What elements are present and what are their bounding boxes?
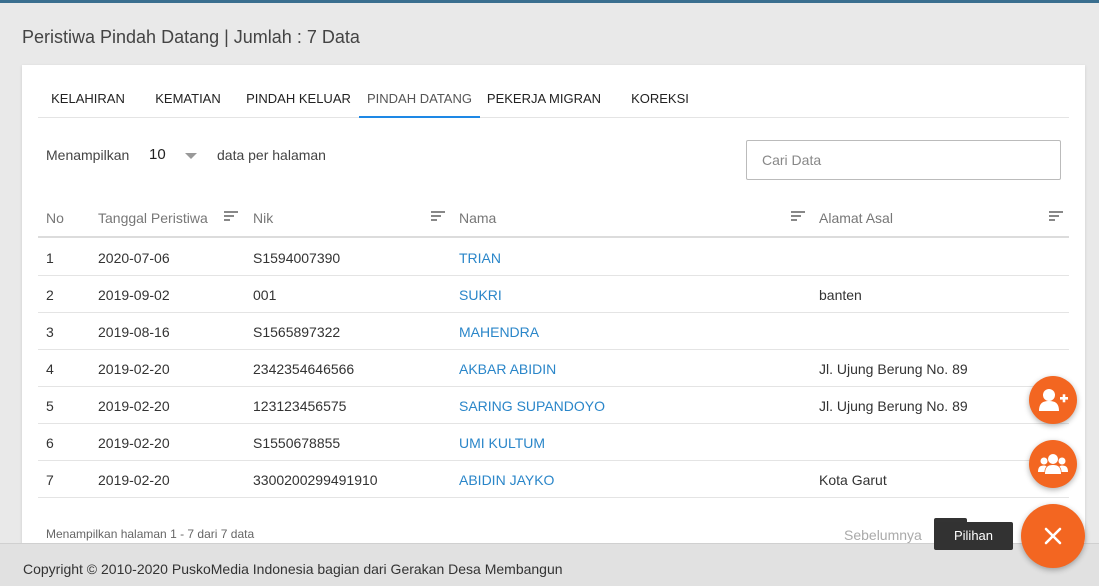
cell-nik: 123123456575 bbox=[253, 398, 347, 414]
cell-nama-link[interactable]: MAHENDRA bbox=[459, 324, 539, 340]
cell-no: 7 bbox=[46, 472, 54, 488]
cell-nik: S1594007390 bbox=[253, 250, 341, 266]
search-input[interactable] bbox=[746, 140, 1061, 180]
table-row: 2 2019-09-02 001 SUKRI banten bbox=[38, 276, 1069, 313]
cell-no: 5 bbox=[46, 398, 54, 414]
cell-nama-link[interactable]: UMI KULTUM bbox=[459, 435, 545, 451]
cell-alamat: banten bbox=[819, 287, 862, 303]
tab-bar: KELAHIRAN KEMATIAN PINDAH KELUAR PINDAH … bbox=[38, 82, 1069, 118]
per-page-label: data per halaman bbox=[217, 147, 326, 163]
table-row: 4 2019-02-20 2342354646566 AKBAR ABIDIN … bbox=[38, 350, 1069, 387]
col-alamat[interactable]: Alamat Asal bbox=[819, 210, 893, 226]
cell-nik: S1565897322 bbox=[253, 324, 341, 340]
caret-down-icon bbox=[185, 153, 197, 159]
show-label: Menampilkan bbox=[46, 147, 130, 163]
copyright-text: Copyright © 2010-2020 PuskoMedia Indones… bbox=[23, 561, 563, 577]
group-button[interactable] bbox=[1029, 440, 1077, 488]
sort-icon[interactable] bbox=[1049, 211, 1063, 223]
cell-alamat: Jl. Ujung Berung No. 89 bbox=[819, 398, 968, 414]
tab-kelahiran[interactable]: KELAHIRAN bbox=[38, 82, 138, 118]
tab-koreksi[interactable]: KOREKSI bbox=[608, 82, 712, 118]
add-user-button[interactable] bbox=[1029, 376, 1077, 424]
table-header: No Tanggal Peristiwa Nik Nama Alamat Asa… bbox=[38, 198, 1069, 238]
col-nama[interactable]: Nama bbox=[459, 210, 496, 226]
cell-alamat: Kota Garut bbox=[819, 472, 887, 488]
page-title: Peristiwa Pindah Datang | Jumlah : 7 Dat… bbox=[22, 27, 360, 47]
cell-no: 3 bbox=[46, 324, 54, 340]
cell-nama-link[interactable]: ABIDIN JAYKO bbox=[459, 472, 554, 488]
cell-tanggal: 2019-02-20 bbox=[98, 435, 170, 451]
table-row: 3 2019-08-16 S1565897322 MAHENDRA bbox=[38, 313, 1069, 350]
cell-nama-link[interactable]: SARING SUPANDOYO bbox=[459, 398, 605, 414]
content-card: KELAHIRAN KEMATIAN PINDAH KELUAR PINDAH … bbox=[22, 65, 1085, 565]
page-size-select[interactable]: 10 bbox=[148, 143, 228, 167]
table-row: 7 2019-02-20 3300200299491910 ABIDIN JAY… bbox=[38, 461, 1069, 498]
sort-icon[interactable] bbox=[224, 211, 238, 223]
cell-nik: 001 bbox=[253, 287, 277, 303]
cell-nik: 3300200299491910 bbox=[253, 472, 378, 488]
pagination-info: Menampilkan halaman 1 - 7 dari 7 data bbox=[46, 527, 255, 541]
cell-tanggal: 2019-09-02 bbox=[98, 287, 170, 303]
add-user-icon bbox=[1039, 389, 1068, 411]
sort-icon[interactable] bbox=[791, 211, 805, 223]
cell-tanggal: 2020-07-06 bbox=[98, 250, 170, 266]
table-row: 6 2019-02-20 S1550678855 UMI KULTUM bbox=[38, 424, 1069, 461]
cell-no: 4 bbox=[46, 361, 54, 377]
top-bar bbox=[0, 0, 1099, 3]
tab-pekerja-migran[interactable]: PEKERJA MIGRAN bbox=[480, 82, 608, 118]
cell-nik: 2342354646566 bbox=[253, 361, 355, 377]
col-no: No bbox=[46, 210, 64, 226]
col-tanggal[interactable]: Tanggal Peristiwa bbox=[98, 210, 208, 226]
col-nik[interactable]: Nik bbox=[253, 210, 273, 226]
cell-tanggal: 2019-02-20 bbox=[98, 398, 170, 414]
page-size-value: 10 bbox=[149, 146, 166, 163]
sort-icon[interactable] bbox=[431, 211, 445, 223]
tab-kematian[interactable]: KEMATIAN bbox=[138, 82, 238, 118]
cell-no: 2 bbox=[46, 287, 54, 303]
cell-tanggal: 2019-08-16 bbox=[98, 324, 170, 340]
prev-page-button[interactable]: Sebelumnya bbox=[844, 527, 922, 543]
users-group-icon bbox=[1038, 454, 1068, 474]
tab-pindah-datang[interactable]: PINDAH DATANG bbox=[359, 82, 480, 118]
cell-nama-link[interactable]: AKBAR ABIDIN bbox=[459, 361, 556, 377]
tab-pindah-keluar[interactable]: PINDAH KELUAR bbox=[238, 82, 359, 118]
options-close-button[interactable] bbox=[1021, 504, 1085, 568]
table-row: 1 2020-07-06 S1594007390 TRIAN bbox=[38, 239, 1069, 276]
table-row: 5 2019-02-20 123123456575 SARING SUPANDO… bbox=[38, 387, 1069, 424]
cell-nama-link[interactable]: SUKRI bbox=[459, 287, 502, 303]
options-tooltip: Pilihan bbox=[934, 522, 1013, 550]
cell-no: 1 bbox=[46, 250, 54, 266]
cell-nik: S1550678855 bbox=[253, 435, 341, 451]
cell-nama-link[interactable]: TRIAN bbox=[459, 250, 501, 266]
close-icon bbox=[1044, 527, 1062, 545]
cell-no: 6 bbox=[46, 435, 54, 451]
cell-tanggal: 2019-02-20 bbox=[98, 472, 170, 488]
cell-tanggal: 2019-02-20 bbox=[98, 361, 170, 377]
cell-alamat: Jl. Ujung Berung No. 89 bbox=[819, 361, 968, 377]
